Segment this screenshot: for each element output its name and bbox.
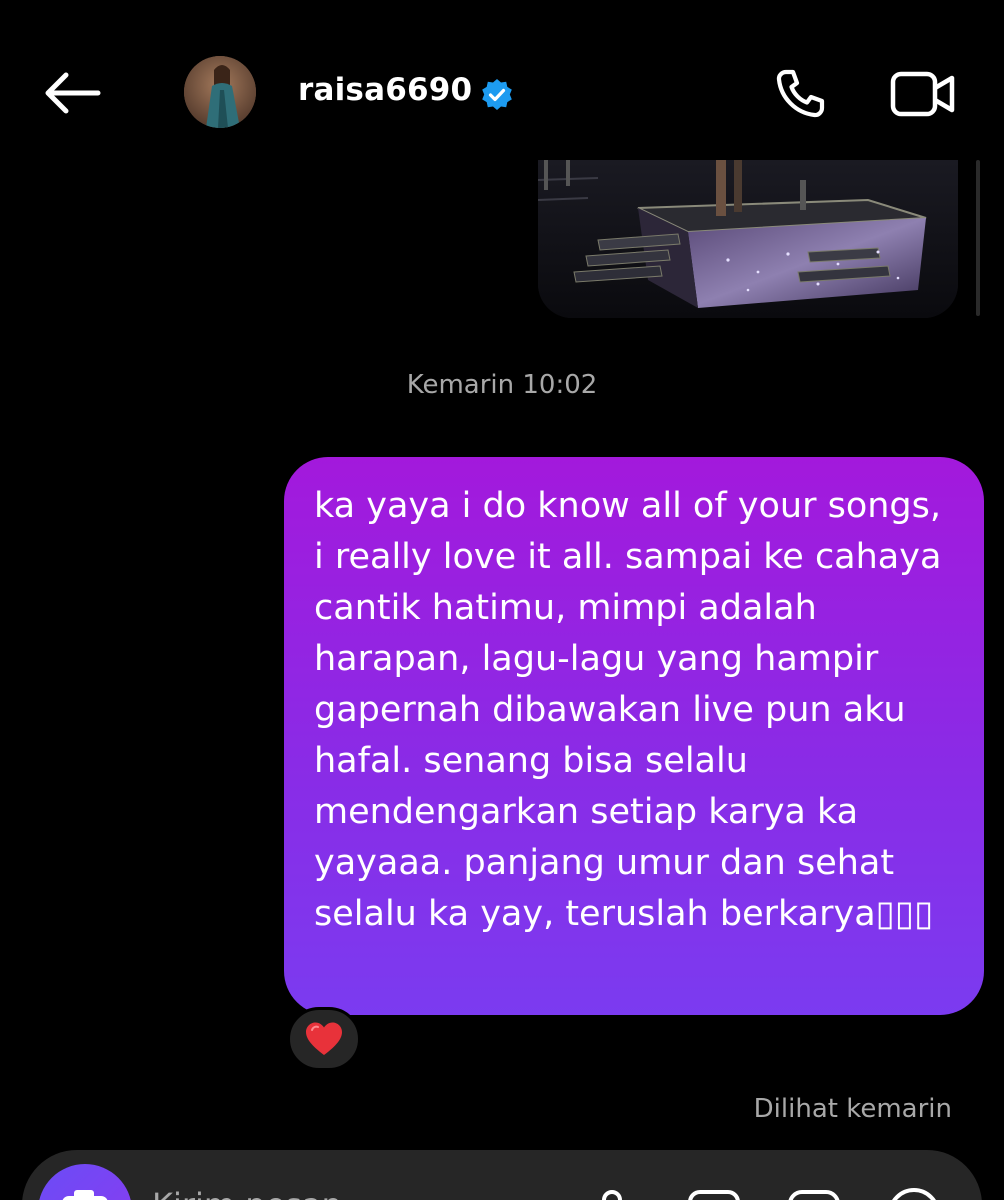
chat-header: raisa6690	[0, 0, 1004, 150]
voice-call-button[interactable]	[770, 64, 830, 124]
avatar[interactable]	[184, 56, 256, 128]
verified-badge-icon	[482, 79, 512, 110]
message-input[interactable]: Kirim pesan...	[152, 1186, 372, 1200]
sticker-icon[interactable]	[784, 1184, 844, 1200]
avatar-image	[184, 56, 256, 128]
add-icon[interactable]	[884, 1184, 944, 1200]
seen-status: Dilihat kemarin	[753, 1094, 952, 1124]
message-text: ka yaya i do know all of your songs, i r…	[314, 486, 942, 934]
message-timestamp: Kemarin 10:02	[406, 370, 598, 400]
phone-icon	[776, 69, 825, 118]
scrollbar[interactable]	[976, 160, 980, 316]
microphone-icon[interactable]	[582, 1184, 642, 1200]
back-button[interactable]	[40, 68, 104, 118]
outgoing-message-bubble[interactable]: ka yaya i do know all of your songs, i r…	[284, 457, 984, 1015]
message-composer[interactable]: Kirim pesan...	[22, 1150, 982, 1200]
message-reaction[interactable]	[287, 1007, 361, 1071]
chat-username[interactable]: raisa6690	[298, 72, 472, 108]
arrow-left-icon	[45, 72, 101, 114]
gallery-icon[interactable]	[684, 1184, 744, 1200]
camera-icon	[62, 1190, 108, 1200]
shared-photo-message[interactable]	[538, 160, 958, 318]
dm-screen: raisa6690 Kemarin 10:02 ka yaya i do kno…	[0, 0, 1004, 1200]
video-camera-icon	[890, 71, 955, 117]
red-heart-icon	[306, 1022, 342, 1055]
camera-button[interactable]	[38, 1164, 132, 1200]
stage-photo	[538, 160, 958, 318]
video-call-button[interactable]	[888, 64, 958, 124]
